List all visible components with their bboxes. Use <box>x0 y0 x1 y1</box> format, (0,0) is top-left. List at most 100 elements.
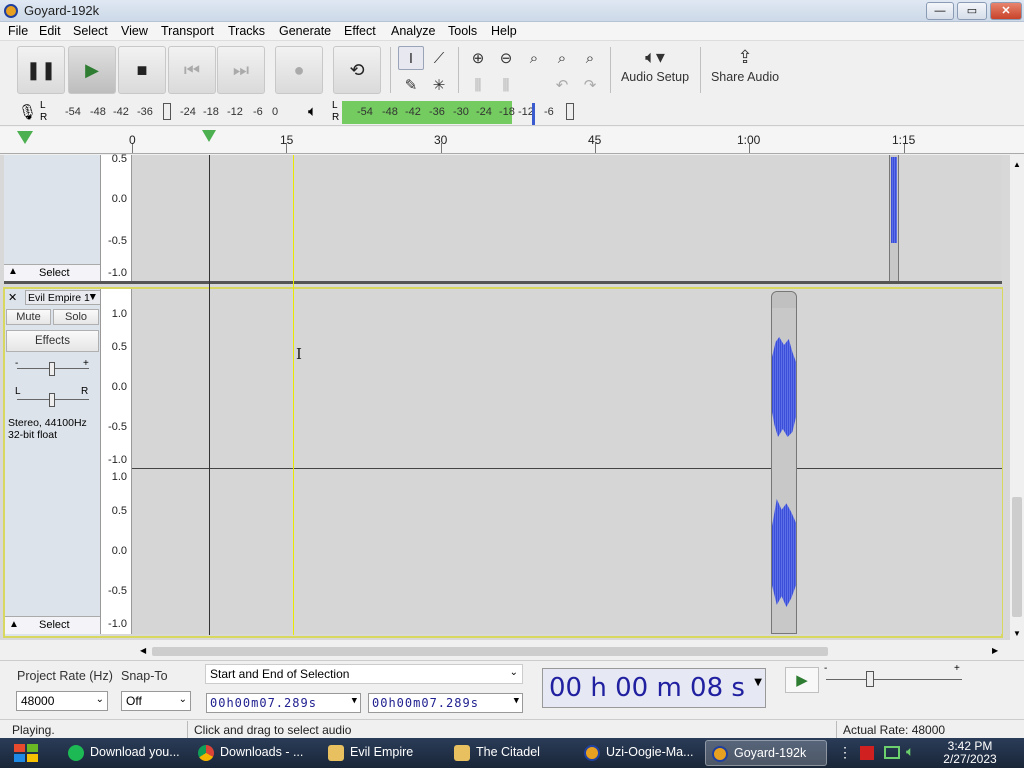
close-button[interactable]: ✕ <box>990 2 1022 20</box>
track2-vertical-scale[interactable]: 1.0 0.5 0.0 -0.5 -1.0 1.0 0.5 0.0 -0.5 -… <box>100 289 132 634</box>
horizontal-scrollbar[interactable]: ◀ ▶ <box>132 644 1004 658</box>
clip-title-bar[interactable] <box>772 292 796 308</box>
collapse-icon[interactable]: ▲ <box>8 266 18 277</box>
menu-view[interactable]: View <box>121 24 148 38</box>
menu-tracks[interactable]: Tracks <box>228 24 265 38</box>
zoom-fit-icon: ⌕ <box>557 49 567 67</box>
selection-mode-select[interactable]: Start and End of Selection ⌄ <box>205 664 523 684</box>
project-rate-select[interactable]: 48000 ⌄ <box>16 691 108 711</box>
pan-slider[interactable] <box>49 393 55 407</box>
action-center-flag-icon[interactable] <box>860 746 874 760</box>
volume-icon[interactable]: 🔈︎ <box>906 743 914 760</box>
play-icon: ▶ <box>796 672 808 689</box>
taskbar-item-spotify[interactable]: Download you... <box>62 740 184 766</box>
skip-to-start-button[interactable]: ⏮ <box>168 46 216 94</box>
gain-slider[interactable] <box>49 362 55 376</box>
playback-position-marker[interactable] <box>202 130 216 142</box>
start-button[interactable] <box>8 740 44 766</box>
taskbar-item-goyard[interactable]: Goyard-192k <box>705 740 827 766</box>
redo-button[interactable]: ↷ <box>577 73 603 97</box>
record-button[interactable]: ● <box>275 46 323 94</box>
menu-generate[interactable]: Generate <box>279 24 331 38</box>
track2-select-bar[interactable]: ▲ Select <box>5 616 100 634</box>
taskbar-item-chrome[interactable]: Downloads - ... <box>192 740 314 766</box>
selection-tool[interactable]: I <box>398 46 424 70</box>
play-speed-slider[interactable] <box>866 671 874 687</box>
more-icon[interactable]: ⋮ <box>838 744 852 761</box>
loop-button[interactable]: ⟲ <box>333 46 381 94</box>
network-icon[interactable] <box>884 746 900 759</box>
tick: -36 <box>429 106 445 118</box>
play-icon: ▶ <box>85 59 99 80</box>
maximize-button[interactable]: ▭ <box>957 2 987 20</box>
menu-select[interactable]: Select <box>73 24 108 38</box>
record-level-slider[interactable] <box>163 103 171 120</box>
track-area[interactable]: ▲ Select 0.5 0.0 -0.5 -1.0 ✕ Evil Empire… <box>0 153 1010 640</box>
menu-transport[interactable]: Transport <box>161 24 214 38</box>
play-at-speed-button[interactable]: ▶ <box>785 667 819 693</box>
snap-to-select[interactable]: Off ⌄ <box>121 691 191 711</box>
horizontal-scroll-thumb[interactable] <box>152 647 828 656</box>
selection-mode-value: Start and End of Selection <box>210 667 350 681</box>
track1-select-bar[interactable]: ▲ Select <box>4 264 100 281</box>
menu-tools[interactable]: Tools <box>448 24 477 38</box>
zoom-selection-icon: ⌕ <box>529 49 539 67</box>
track2-select-button[interactable]: Select <box>39 619 70 631</box>
zoom-toggle-button[interactable]: ⌕ <box>577 46 603 70</box>
menu-file[interactable]: File <box>8 24 28 38</box>
menu-edit[interactable]: Edit <box>39 24 61 38</box>
play-speed-track[interactable] <box>826 679 962 680</box>
selection-end-time[interactable]: 00h00m07.289s ▼ <box>368 693 523 713</box>
audio-position-display[interactable]: 00 h 00 m 08 s ▼ <box>542 668 766 708</box>
scroll-down-icon[interactable]: ▼ <box>1013 629 1021 638</box>
menu-analyze[interactable]: Analyze <box>391 24 435 38</box>
scroll-right-icon[interactable]: ▶ <box>992 646 998 655</box>
menu-effect[interactable]: Effect <box>344 24 376 38</box>
zoom-in-button[interactable]: ⊕ <box>465 46 491 70</box>
play-head-icon[interactable] <box>17 131 33 144</box>
collapse-icon[interactable]: ▲ <box>9 619 19 630</box>
zoom-out-button[interactable]: ⊖ <box>493 46 519 70</box>
play-button[interactable]: ▶ <box>68 46 116 94</box>
draw-tool[interactable]: ✎ <box>398 73 424 97</box>
multi-tool[interactable]: ✳ <box>426 73 452 97</box>
fit-project-button[interactable]: ⌕ <box>549 46 575 70</box>
system-clock[interactable]: 3:42 PM 2/27/2023 <box>930 740 1010 766</box>
toolbar: ❚❚ ▶ ■ ⏮ ⏭ ● ⟲ I ⟋ ✎ ✳ ⊕ ⊖ ⌕ ⌕ ⌕ ⫼ ⫼ ↶ ↷… <box>0 41 1024 99</box>
selection-start-time[interactable]: 00h00m07.289s ▼ <box>206 693 361 713</box>
stop-button[interactable]: ■ <box>118 46 166 94</box>
effects-button[interactable]: Effects <box>6 330 99 352</box>
vertical-scrollbar[interactable]: ▲ ▼ <box>1010 155 1024 640</box>
scale-label: 0.5 <box>111 153 127 165</box>
track1-waveform[interactable] <box>132 155 1002 281</box>
audio-setup-button[interactable]: 🔈︎▾ Audio Setup <box>618 44 692 96</box>
scroll-left-icon[interactable]: ◀ <box>140 646 146 655</box>
solo-button[interactable]: Solo <box>53 309 99 325</box>
fit-selection-button[interactable]: ⌕ <box>521 46 547 70</box>
envelope-tool[interactable]: ⟋ <box>426 46 452 70</box>
playback-meter[interactable]: -54 -48 -42 -36 -30 -24 -18 -12 -6 <box>342 101 576 123</box>
chrome-icon <box>198 745 214 761</box>
track1-vertical-scale[interactable]: 0.5 0.0 -0.5 -1.0 <box>100 153 132 281</box>
scroll-up-icon[interactable]: ▲ <box>1013 160 1021 169</box>
minimize-button[interactable]: — <box>926 2 954 20</box>
undo-button[interactable]: ↶ <box>549 73 575 97</box>
taskbar-item-evil-empire[interactable]: Evil Empire <box>322 740 444 766</box>
track-name-menu[interactable]: Evil Empire 1 ▼ <box>25 290 101 305</box>
track2-waveform[interactable] <box>132 289 1002 634</box>
timeline-ruler[interactable]: 0 15 30 45 1:00 1:15 <box>0 127 1024 154</box>
taskbar-item-uzi[interactable]: Uzi-Oogie-Ma... <box>578 740 700 766</box>
mute-button[interactable]: Mute <box>6 309 51 325</box>
taskbar-item-the-citadel[interactable]: The Citadel <box>448 740 570 766</box>
menu-help[interactable]: Help <box>491 24 517 38</box>
playback-level-slider[interactable] <box>566 103 574 120</box>
share-audio-button[interactable]: ⇪ Share Audio <box>707 44 783 96</box>
vertical-scroll-thumb[interactable] <box>1012 497 1022 617</box>
track-close-icon[interactable]: ✕ <box>8 291 17 304</box>
silence-button[interactable]: ⫼ <box>493 73 519 97</box>
trim-button[interactable]: ⫼ <box>465 73 491 97</box>
playback-cursor-line <box>209 155 210 635</box>
skip-to-end-button[interactable]: ⏭ <box>217 46 265 94</box>
track1-select-button[interactable]: Select <box>39 267 70 279</box>
pause-button[interactable]: ❚❚ <box>17 46 65 94</box>
